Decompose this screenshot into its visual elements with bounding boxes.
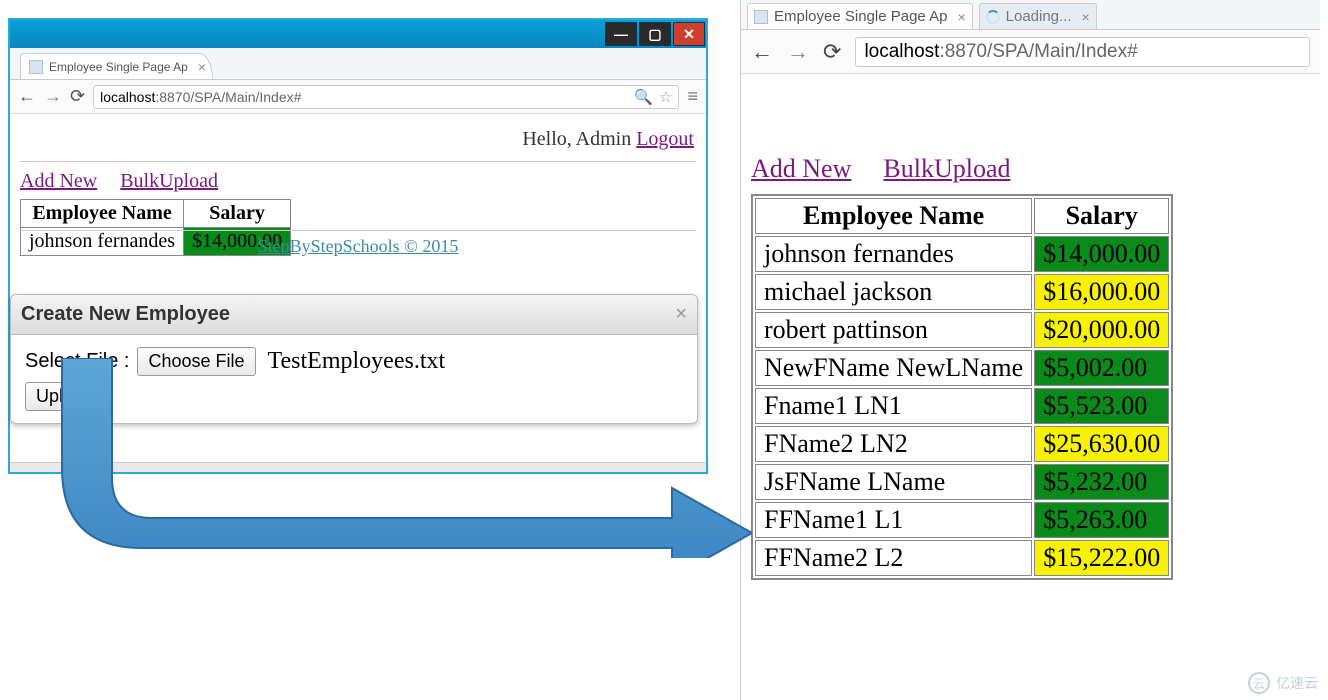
address-bar-row: ← → ⟳ localhost :8870/SPA/Main/Index# 🔍 …	[10, 80, 706, 114]
browser-tab-active[interactable]: Employee Single Page Ap ×	[747, 3, 973, 29]
address-bar-row-right: ← → ⟳ localhost :8870/SPA/Main/Index#	[741, 30, 1320, 74]
salary-cell: $5,232.00	[1034, 464, 1169, 500]
browser-window-right: Employee Single Page Ap × Loading... × ←…	[740, 0, 1320, 700]
employee-name-cell: FName2 LN2	[755, 426, 1032, 462]
table-row: johnson fernandes$14,000.00	[755, 236, 1169, 272]
col-name-header: Employee Name	[755, 198, 1032, 234]
search-icon[interactable]: 🔍	[634, 88, 653, 106]
browser-window-left: — ▢ ✕ Employee Single Page Ap × ← → ⟳ lo…	[8, 18, 708, 474]
reload-button[interactable]: ⟳	[823, 39, 841, 65]
col-name-header: Employee Name	[21, 200, 184, 228]
hello-text: Hello, Admin	[522, 128, 636, 150]
add-new-link[interactable]: Add New	[751, 154, 851, 183]
table-row: NewFName NewLName$5,002.00	[755, 350, 1169, 386]
bulk-upload-link[interactable]: BulkUpload	[120, 170, 218, 192]
watermark-badge-icon: 云	[1248, 672, 1270, 694]
page-body-left: Hello, Admin Logout Add New BulkUpload E…	[10, 114, 706, 264]
upload-button[interactable]: Upload	[25, 382, 104, 411]
window-titlebar: — ▢ ✕	[10, 20, 706, 48]
table-row: FFName2 L2$15,222.00	[755, 540, 1169, 576]
col-salary-header: Salary	[184, 200, 291, 228]
add-new-link[interactable]: Add New	[20, 170, 97, 192]
url-path: :8870/SPA/Main/Index#	[939, 41, 1137, 63]
tab-strip-right: Employee Single Page Ap × Loading... ×	[741, 0, 1320, 30]
choose-file-button[interactable]: Choose File	[137, 347, 255, 376]
page-footer: StepByStepSchools © 2015	[20, 230, 696, 258]
salary-cell: $25,630.00	[1034, 426, 1169, 462]
browser-tab-loading[interactable]: Loading... ×	[979, 3, 1097, 29]
dialog-title: Create New Employee	[21, 303, 230, 326]
salary-cell: $5,002.00	[1034, 350, 1169, 386]
star-icon[interactable]: ☆	[659, 88, 672, 106]
employee-name-cell: FFName2 L2	[755, 540, 1032, 576]
employee-name-cell: JsFName LName	[755, 464, 1032, 500]
tab-strip: Employee Single Page Ap ×	[10, 48, 706, 80]
menu-icon[interactable]: ≡	[687, 86, 698, 107]
tab-close-icon[interactable]: ×	[198, 59, 206, 75]
employee-table-right: Employee Name Salary johnson fernandes$1…	[751, 194, 1173, 580]
page-body-right: Add New BulkUpload Employee Name Salary …	[741, 74, 1320, 590]
greeting-bar: Hello, Admin Logout	[20, 122, 696, 162]
table-row: FName2 LN2$25,630.00	[755, 426, 1169, 462]
employee-name-cell: johnson fernandes	[755, 236, 1032, 272]
horizontal-scrollbar[interactable]	[10, 462, 706, 472]
dialog-titlebar[interactable]: Create New Employee ×	[11, 295, 697, 335]
tab-title: Employee Single Page Ap	[49, 60, 188, 74]
favicon-icon	[754, 10, 768, 24]
favicon-icon	[29, 60, 43, 74]
logout-link[interactable]: Logout	[636, 128, 694, 150]
selected-filename: TestEmployees.txt	[268, 348, 446, 375]
bulk-upload-link[interactable]: BulkUpload	[883, 154, 1010, 183]
url-input[interactable]: localhost :8870/SPA/Main/Index#	[855, 37, 1310, 67]
tab-title: Employee Single Page Ap	[774, 8, 947, 25]
url-host: localhost	[100, 89, 155, 105]
back-button[interactable]: ←	[18, 86, 36, 107]
window-minimize-button[interactable]: —	[605, 22, 637, 46]
tab-close-icon[interactable]: ×	[1082, 9, 1090, 25]
dialog-body: Select File : Choose File TestEmployees.…	[11, 335, 697, 423]
watermark: 云 亿速云	[1248, 672, 1318, 694]
create-employee-dialog: Create New Employee × Select File : Choo…	[10, 294, 698, 424]
table-row: JsFName LName$5,232.00	[755, 464, 1169, 500]
back-button[interactable]: ←	[751, 39, 773, 65]
dialog-close-icon[interactable]: ×	[675, 303, 687, 326]
employee-name-cell: michael jackson	[755, 274, 1032, 310]
col-salary-header: Salary	[1034, 198, 1169, 234]
salary-cell: $5,263.00	[1034, 502, 1169, 538]
forward-button[interactable]: →	[787, 39, 809, 65]
salary-cell: $14,000.00	[1034, 236, 1169, 272]
browser-tab[interactable]: Employee Single Page Ap ×	[20, 53, 213, 79]
reload-button[interactable]: ⟳	[70, 86, 85, 107]
employee-name-cell: robert pattinson	[755, 312, 1032, 348]
table-row: michael jackson$16,000.00	[755, 274, 1169, 310]
select-file-label: Select File :	[25, 350, 129, 373]
url-path: :8870/SPA/Main/Index#	[155, 89, 301, 105]
footer-link[interactable]: StepByStepSchools © 2015	[258, 236, 459, 256]
table-row: Fname1 LN1$5,523.00	[755, 388, 1169, 424]
loading-spinner-icon	[986, 10, 1000, 24]
window-close-button[interactable]: ✕	[673, 22, 705, 46]
url-host: localhost	[864, 41, 939, 63]
forward-button[interactable]: →	[44, 86, 62, 107]
salary-cell: $16,000.00	[1034, 274, 1169, 310]
table-row: FFName1 L1$5,263.00	[755, 502, 1169, 538]
salary-cell: $5,523.00	[1034, 388, 1169, 424]
salary-cell: $20,000.00	[1034, 312, 1169, 348]
salary-cell: $15,222.00	[1034, 540, 1169, 576]
top-links: Add New BulkUpload	[20, 162, 696, 199]
tab-close-icon[interactable]: ×	[957, 9, 965, 25]
employee-name-cell: Fname1 LN1	[755, 388, 1032, 424]
tab-title: Loading...	[1006, 8, 1072, 25]
top-links-right: Add New BulkUpload	[751, 154, 1310, 184]
employee-name-cell: NewFName NewLName	[755, 350, 1032, 386]
window-maximize-button[interactable]: ▢	[639, 22, 671, 46]
watermark-text: 亿速云	[1276, 673, 1318, 693]
table-row: robert pattinson$20,000.00	[755, 312, 1169, 348]
employee-name-cell: FFName1 L1	[755, 502, 1032, 538]
url-input[interactable]: localhost :8870/SPA/Main/Index# 🔍 ☆	[93, 85, 679, 109]
